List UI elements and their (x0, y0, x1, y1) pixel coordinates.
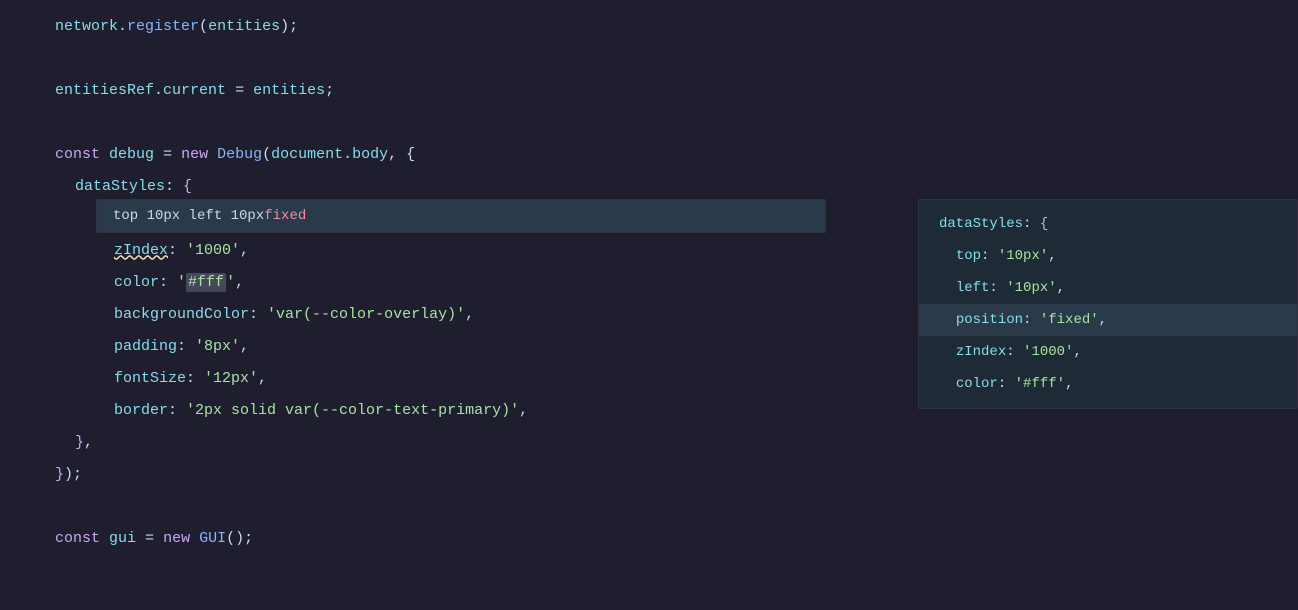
code-line: }); (0, 458, 1298, 490)
preview-line: top: '10px', (919, 240, 1297, 272)
preview-line: dataStyles: { (919, 208, 1297, 240)
preview-line: color: '#fff', (919, 368, 1297, 400)
code-line: dataStyles: { (0, 170, 1298, 202)
code-line: entitiesRef.current = entities; (0, 74, 1298, 106)
code-line: network.register(entities); (0, 10, 1298, 42)
main-code-area: network.register(entities); entitiesRef.… (0, 0, 1298, 610)
code-line: const debug = new Debug(document.body, { (0, 138, 1298, 170)
code-editor: network.register(entities); entitiesRef.… (0, 0, 1298, 610)
code-line: const gui = new GUI(); (0, 522, 1298, 554)
preview-line-selected: position: 'fixed', (919, 304, 1297, 336)
empty-line (0, 106, 1298, 138)
autocomplete-item[interactable]: top 10px left 10px fixed (97, 200, 825, 232)
preview-line: left: '10px', (919, 272, 1297, 304)
empty-line (0, 42, 1298, 74)
code-token: network (55, 18, 118, 35)
empty-line (0, 490, 1298, 522)
code-line: }, (0, 426, 1298, 458)
autocomplete-preview-right: dataStyles: { top: '10px', left: '10px',… (918, 199, 1298, 409)
autocomplete-dropdown-left[interactable]: top 10px left 10px fixed (96, 199, 826, 233)
preview-line: zIndex: '1000', (919, 336, 1297, 368)
